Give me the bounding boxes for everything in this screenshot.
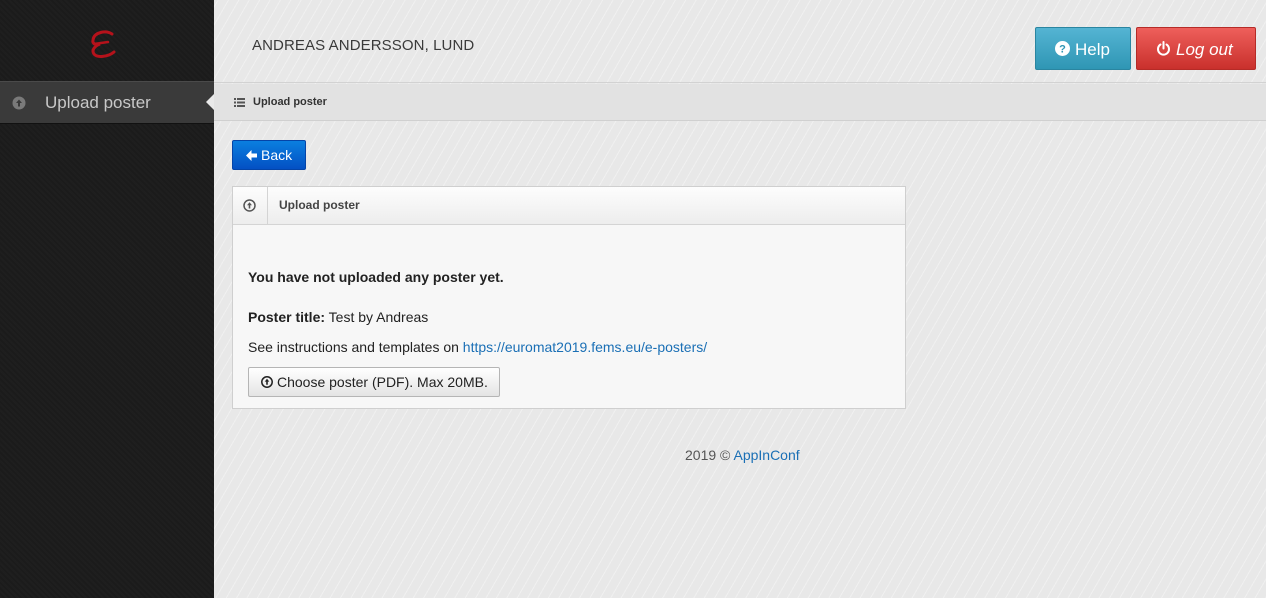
- instructions-link[interactable]: https://euromat2019.fems.eu/e-posters/: [463, 339, 707, 355]
- footer-copyright: 2019 ©: [685, 447, 731, 463]
- panel-title: Upload poster: [279, 198, 360, 212]
- sidebar: Upload poster: [0, 0, 214, 598]
- list-icon: [234, 98, 245, 107]
- back-button[interactable]: Back: [232, 140, 306, 170]
- poster-title-row: Poster title: Test by Andreas: [248, 309, 428, 325]
- app-logo-icon[interactable]: [86, 26, 122, 60]
- user-name: ANDREAS ANDERSSON, LUND: [252, 37, 475, 54]
- main-content: ANDREAS ANDERSSON, LUND ? Help Log out U…: [214, 0, 1266, 598]
- upload-circle-icon: [243, 199, 256, 212]
- panel-icon-box: [233, 187, 268, 224]
- instructions-row: See instructions and templates on https:…: [248, 339, 707, 355]
- poster-title-value: Test by Andreas: [328, 309, 429, 325]
- footer: 2019 © AppInConf: [685, 447, 800, 463]
- header: ANDREAS ANDERSSON, LUND ? Help Log out: [214, 0, 1266, 83]
- upload-circle-icon: [12, 96, 26, 110]
- choose-poster-label: Choose poster (PDF). Max 20MB.: [277, 374, 488, 390]
- panel-header: Upload poster: [233, 187, 905, 225]
- no-poster-message: You have not uploaded any poster yet.: [248, 269, 504, 285]
- instructions-text: See instructions and templates on: [248, 339, 459, 355]
- back-label: Back: [261, 147, 293, 163]
- upload-poster-panel: Upload poster You have not uploaded any …: [232, 186, 906, 409]
- breadcrumb: Upload poster: [214, 84, 1266, 121]
- power-icon: [1157, 41, 1170, 56]
- active-item-caret: [206, 94, 214, 110]
- logout-label: Log out: [1176, 40, 1233, 59]
- question-circle-icon: ?: [1055, 41, 1070, 56]
- footer-link[interactable]: AppInConf: [733, 447, 799, 463]
- poster-title-label: Poster title:: [248, 309, 326, 325]
- help-button[interactable]: ? Help: [1035, 27, 1131, 70]
- sidebar-item-label: Upload poster: [45, 93, 151, 112]
- upload-circle-icon: [261, 376, 273, 388]
- breadcrumb-label[interactable]: Upload poster: [253, 96, 327, 108]
- sidebar-item-upload-poster[interactable]: Upload poster: [0, 81, 214, 124]
- logout-button[interactable]: Log out: [1136, 27, 1256, 70]
- help-label: Help: [1075, 40, 1110, 59]
- svg-text:?: ?: [1059, 44, 1066, 56]
- choose-poster-button[interactable]: Choose poster (PDF). Max 20MB.: [248, 367, 500, 397]
- arrow-left-icon: [246, 150, 257, 161]
